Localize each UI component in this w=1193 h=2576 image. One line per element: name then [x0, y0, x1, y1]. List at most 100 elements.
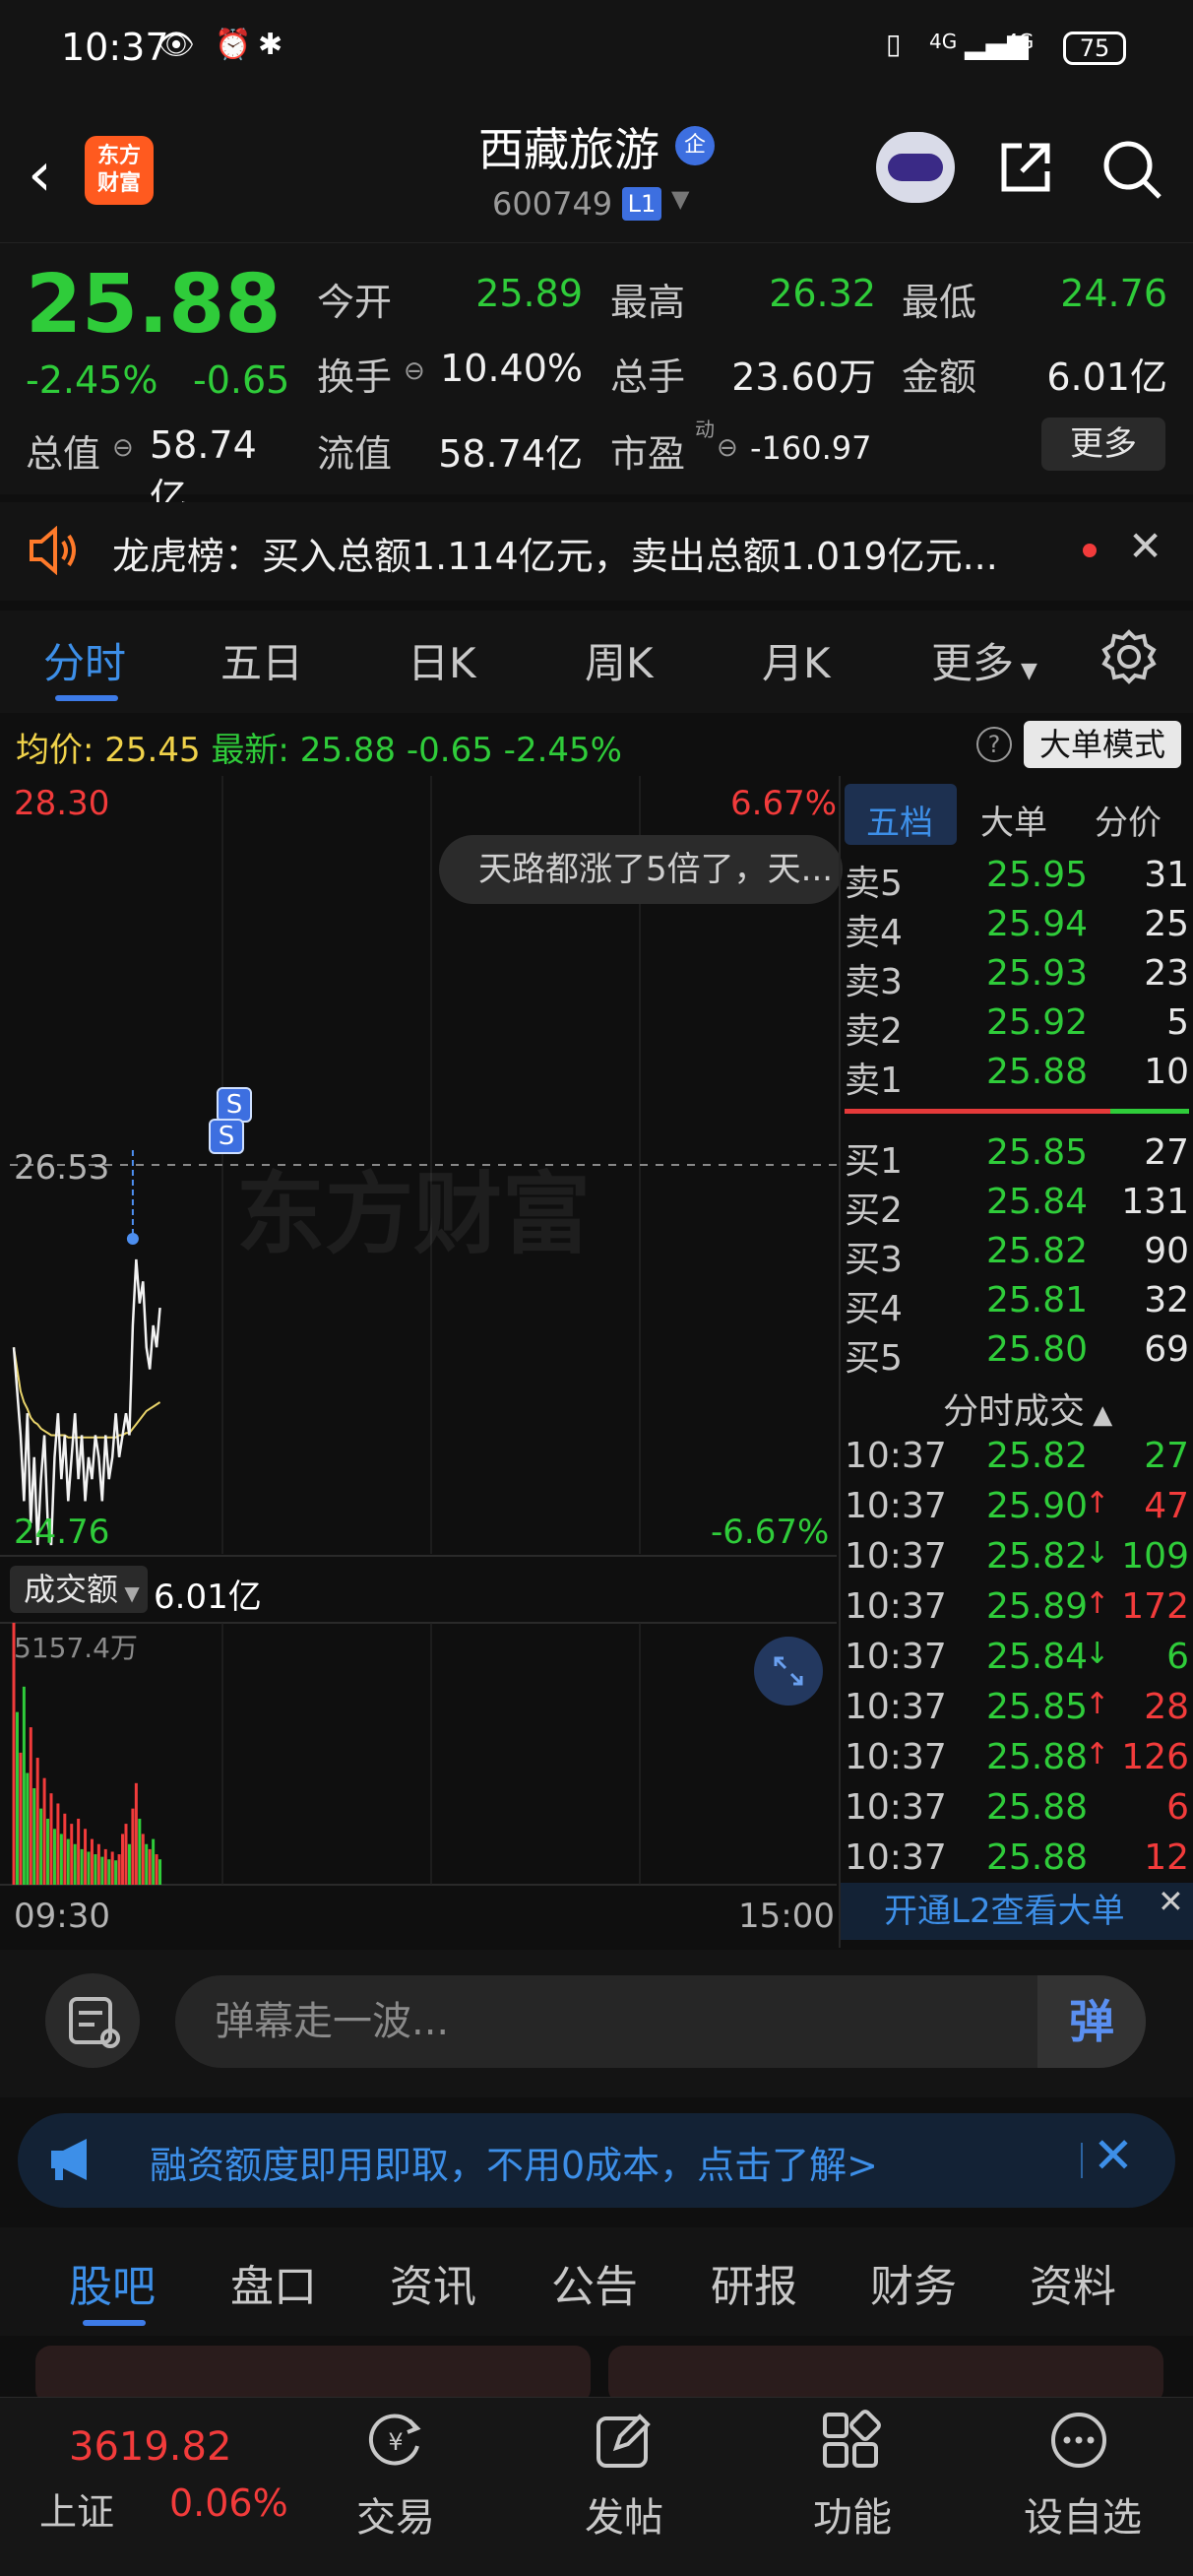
close-icon-l2[interactable]: ✕ [1158, 1883, 1184, 1920]
app-logo[interactable]: 东方 财富 [85, 136, 154, 205]
tab-intraday[interactable]: 分时 [43, 630, 126, 690]
bid-level-label: 买3 [845, 1240, 903, 1280]
trade-icon[interactable]: ¥ [362, 2407, 429, 2474]
volume-bar [15, 1711, 19, 1885]
bid-volume: 90 [1144, 1231, 1189, 1271]
danmu-settings-icon[interactable] [45, 1973, 140, 2068]
volume-bar [90, 1838, 94, 1885]
popularity-card[interactable] [35, 2346, 591, 2405]
tab-more[interactable]: 更多 ▼ [931, 630, 1037, 690]
ask-row[interactable]: 卖4 25.94 25 [845, 904, 1189, 953]
ask-volume: 23 [1144, 953, 1189, 994]
ask-row[interactable]: 卖1 25.88 10 [845, 1052, 1189, 1101]
sell-marker-2[interactable]: S [209, 1119, 244, 1154]
tab-financials[interactable]: 财务 [870, 2251, 957, 2314]
nav-functions[interactable]: 功能 [813, 2485, 892, 2543]
sell-marker-1[interactable]: S [217, 1087, 252, 1123]
back-icon[interactable]: ‹ [28, 138, 52, 210]
more-button[interactable]: 更多 [1041, 418, 1165, 471]
index-pct[interactable]: 0.06% [169, 2481, 288, 2525]
nav-post[interactable]: 发帖 [585, 2485, 663, 2543]
vibrate-icon: ▯ [886, 28, 902, 60]
tab-big-orders[interactable]: 大单 [980, 796, 1047, 844]
search-icon[interactable] [1100, 138, 1163, 201]
ticks-title[interactable]: 分时成交 ▲ [943, 1383, 1112, 1434]
volume-bar [110, 1851, 114, 1885]
gear-icon[interactable] [1100, 628, 1158, 685]
tick-price: 25.90 [986, 1486, 1089, 1526]
l2-upgrade-banner[interactable]: 开通L2查看大单 [841, 1883, 1193, 1940]
tab-daily-k[interactable]: 日K [408, 630, 476, 690]
tick-volume: 28 [1144, 1687, 1189, 1727]
network-4g-icon-2: 4G [1006, 30, 1035, 53]
bid-row[interactable]: 买3 25.82 90 [845, 1231, 1189, 1280]
danmu-input[interactable]: 弹幕走一波... [175, 1975, 1146, 2068]
bull-bear-card[interactable] [608, 2346, 1163, 2405]
tab-weekly-k[interactable]: 周K [585, 630, 654, 690]
tab-announcements[interactable]: 公告 [551, 2251, 638, 2314]
volume-type-select[interactable]: 成交额 ▼ [10, 1566, 148, 1613]
tick-time: 10:37 [845, 1687, 947, 1727]
close-icon-promo[interactable]: ✕ [1093, 2127, 1134, 2184]
tab-orderbook[interactable]: 盘口 [230, 2251, 317, 2314]
tab-five-day[interactable]: 五日 [220, 630, 303, 690]
nav-trade[interactable]: 交易 [356, 2485, 435, 2543]
volume-bar [148, 1848, 152, 1885]
prev-close-label: 26.53 [14, 1148, 110, 1188]
danmu-bubble[interactable]: 天路都涨了5倍了，天... [439, 835, 843, 904]
bid-row[interactable]: 买1 25.85 27 [845, 1132, 1189, 1182]
enterprise-badge: 企 [675, 126, 715, 165]
help-icon[interactable]: ? [976, 727, 1012, 762]
tab-profile[interactable]: 资料 [1030, 2251, 1116, 2314]
share-icon[interactable] [996, 138, 1055, 197]
time-end-label: 15:00 [738, 1897, 835, 1936]
tab-forum[interactable]: 股吧 [69, 2251, 156, 2314]
post-icon[interactable] [591, 2407, 658, 2474]
volume-bar [35, 1758, 39, 1885]
ask-row[interactable]: 卖3 25.93 23 [845, 953, 1189, 1002]
bid-price: 25.80 [986, 1329, 1089, 1370]
promo-text[interactable]: 融资额度即用即取，不用0成本，点击了解> [150, 2135, 878, 2189]
nav-watchlist[interactable]: 设自选 [1024, 2485, 1142, 2543]
expand-icon[interactable] [754, 1637, 823, 1706]
ask-row[interactable]: 卖2 25.92 5 [845, 1002, 1189, 1052]
tick-row[interactable]: 10:37 25.88 6 [845, 1787, 1189, 1836]
danmu-send-button[interactable]: 弹 [1037, 1975, 1146, 2068]
tab-five-levels[interactable]: 五档 [866, 796, 933, 844]
info-icon-3[interactable]: ⊖ [717, 433, 738, 463]
tick-price: 25.84 [986, 1637, 1089, 1677]
tick-row[interactable]: 10:37 25.88 126 ↑ [845, 1737, 1189, 1786]
tick-row[interactable]: 10:37 25.85 28 ↑ [845, 1687, 1189, 1736]
latest-change: -0.65 [406, 731, 493, 770]
more-dots-icon[interactable] [1045, 2407, 1112, 2474]
big-order-mode-button[interactable]: 大单模式 [1024, 721, 1181, 768]
apps-icon[interactable] [817, 2407, 884, 2474]
tab-research[interactable]: 研报 [711, 2251, 797, 2314]
tick-row[interactable]: 10:37 25.82 27 [845, 1436, 1189, 1485]
ask-row[interactable]: 卖5 25.95 31 [845, 855, 1189, 904]
tick-row[interactable]: 10:37 25.82 109 ↓ [845, 1536, 1189, 1585]
tab-monthly-k[interactable]: 月K [762, 630, 831, 690]
tick-row[interactable]: 10:37 25.89 172 ↑ [845, 1586, 1189, 1636]
tab-price-distribution[interactable]: 分价 [1095, 796, 1162, 844]
info-icon[interactable]: ⊖ [404, 356, 425, 386]
intraday-chart[interactable] [0, 776, 841, 1948]
price-line [12, 1258, 161, 1546]
notice-text[interactable]: 龙虎榜：买入总额1.114亿元，卖出总额1.019亿元... [112, 526, 1028, 580]
change-percent: -2.45% [26, 358, 158, 402]
index-value[interactable]: 3619.82 [69, 2424, 231, 2470]
level-badge[interactable]: L1 [622, 187, 661, 221]
index-name[interactable]: 上证 [39, 2481, 114, 2536]
bid-row[interactable]: 买2 25.84 131 [845, 1182, 1189, 1231]
volume-bar [114, 1860, 118, 1885]
close-icon[interactable]: ✕ [1128, 522, 1162, 570]
bid-row[interactable]: 买4 25.81 32 [845, 1280, 1189, 1329]
chevron-down-icon[interactable]: ▼ [671, 185, 689, 213]
tab-news[interactable]: 资讯 [390, 2251, 476, 2314]
float-value: 58.74亿 [438, 432, 583, 476]
bid-row[interactable]: 买5 25.80 69 [845, 1329, 1189, 1379]
info-icon-2[interactable]: ⊖ [112, 433, 134, 463]
tick-row[interactable]: 10:37 25.88 12 [845, 1837, 1189, 1887]
tick-row[interactable]: 10:37 25.90 47 ↑ [845, 1486, 1189, 1535]
tick-row[interactable]: 10:37 25.84 6 ↓ [845, 1637, 1189, 1686]
